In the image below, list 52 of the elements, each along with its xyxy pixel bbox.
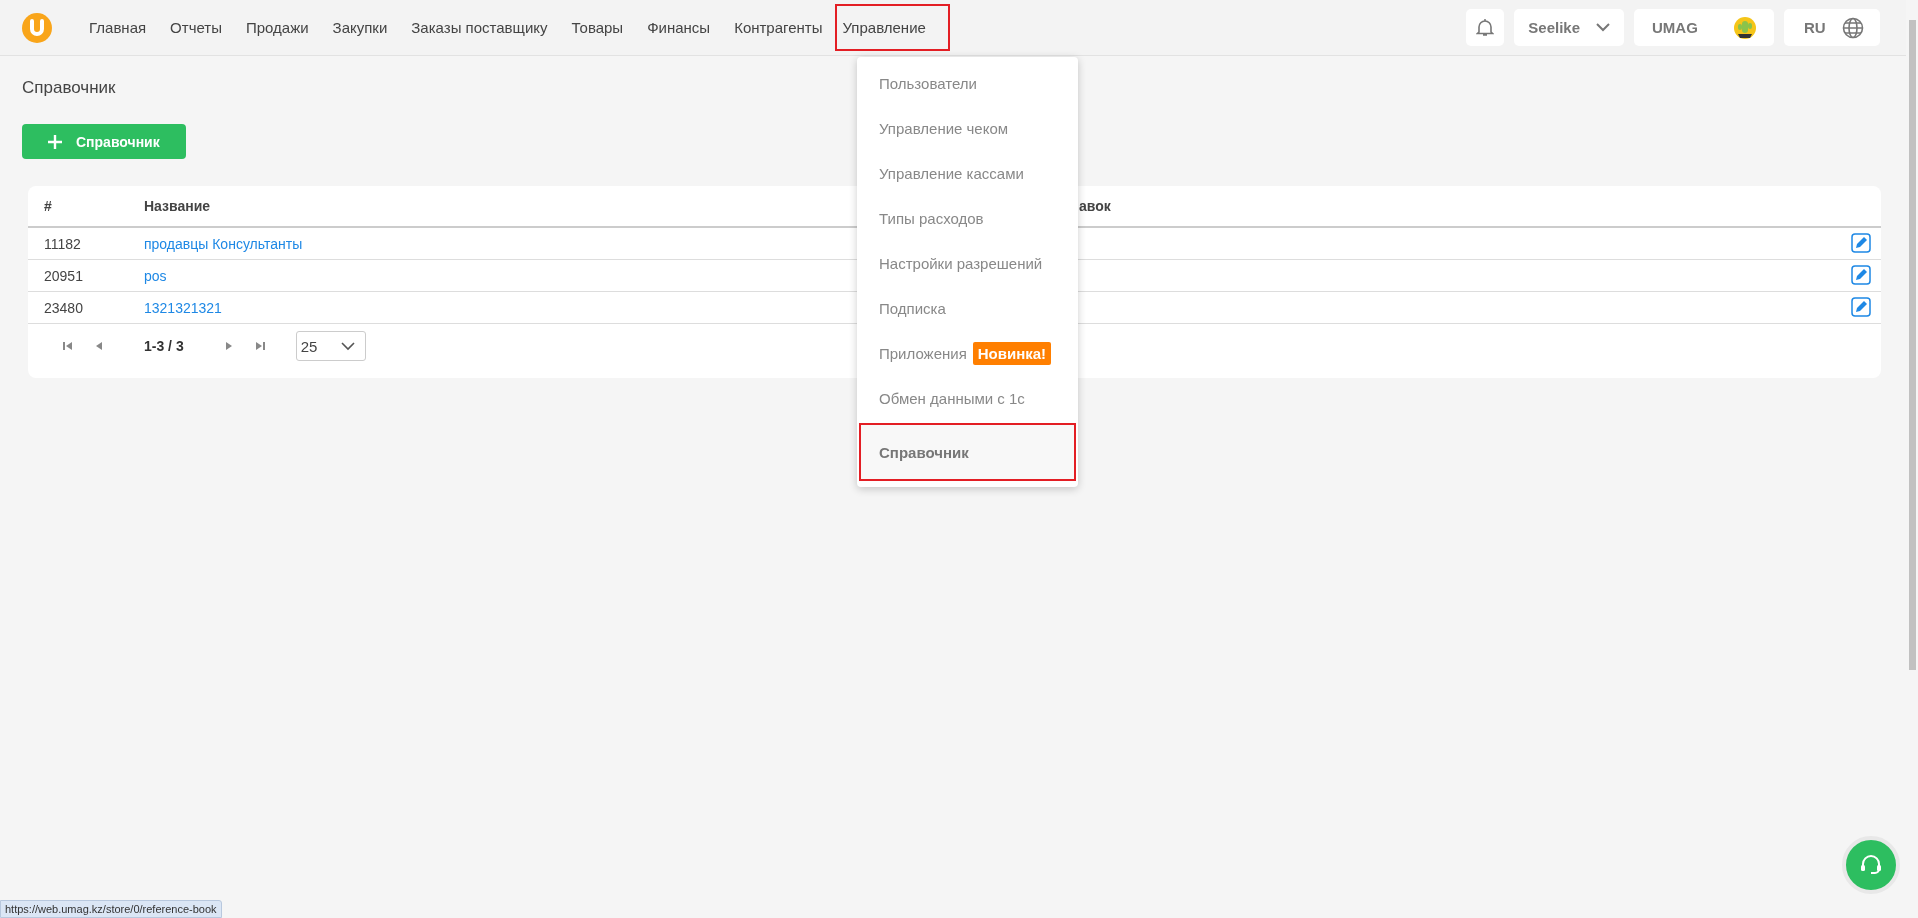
edit-icon[interactable] — [1851, 297, 1871, 317]
name-link[interactable]: pos — [144, 267, 167, 284]
previous-page-icon[interactable] — [94, 340, 104, 352]
chevron-down-icon — [340, 341, 355, 351]
nav-link[interactable]: Главная — [78, 11, 158, 44]
menu-item[interactable]: Типы расходов — [859, 196, 1076, 241]
status-url: https://web.umag.kz/store/0/reference-book — [0, 900, 222, 918]
nav-link[interactable]: Продажи — [234, 11, 320, 44]
last-page-icon[interactable] — [253, 340, 266, 352]
menu-item[interactable]: Настройки разрешений — [859, 241, 1076, 286]
chevron-down-icon — [1596, 23, 1610, 32]
menu-item[interactable]: Управление чеком — [859, 106, 1076, 151]
cactus-avatar-icon — [1734, 16, 1756, 39]
add-button[interactable]: Справочник — [22, 124, 186, 159]
nav-link[interactable]: Товары — [560, 11, 635, 44]
name-link[interactable]: 1321321321 — [144, 299, 222, 316]
menu-item[interactable]: Обмен данными с 1с — [859, 376, 1076, 421]
new-badge: Новинка! — [972, 342, 1052, 365]
page-title: Справочник — [22, 78, 116, 98]
globe-icon — [1842, 16, 1864, 39]
language-button[interactable]: RU — [1784, 9, 1880, 46]
edit-icon[interactable] — [1851, 233, 1871, 253]
account-button[interactable]: UMAG — [1634, 9, 1774, 46]
menu-item[interactable]: Приложения Новинка! — [859, 331, 1076, 376]
page-range: 1-3 / 3 — [144, 338, 184, 354]
plus-icon — [48, 134, 62, 149]
column-header: авок — [1079, 198, 1111, 214]
logo-icon[interactable] — [22, 12, 52, 43]
menu-item[interactable]: Управление кассами — [859, 151, 1076, 196]
column-header: # — [43, 198, 53, 214]
nav-link[interactable]: Отчеты — [159, 11, 233, 44]
table-cell-text: 23480 — [43, 299, 84, 316]
name-link[interactable]: продавцы Консультанты — [144, 235, 303, 252]
next-page-icon[interactable] — [223, 340, 234, 352]
first-page-icon[interactable] — [62, 340, 74, 352]
column-header: Название — [144, 198, 212, 214]
bell-icon — [1476, 17, 1495, 38]
edit-icon[interactable] — [1851, 265, 1871, 285]
menu-item[interactable]: Пользователи — [859, 61, 1076, 106]
menu-item[interactable]: Справочник — [859, 423, 1076, 481]
table-cell-text: 11182 — [43, 235, 82, 252]
table-cell-text: 20951 — [43, 267, 84, 284]
scrollbar[interactable] — [1909, 20, 1916, 670]
nav-link[interactable]: Контрагенты — [723, 11, 834, 44]
nav-link[interactable]: Управление — [835, 4, 950, 51]
nav-link[interactable]: Заказы поставщику — [400, 11, 559, 44]
store-select[interactable]: Seelike — [1514, 9, 1624, 46]
menu-item[interactable]: Подписка — [859, 286, 1076, 331]
nav-link[interactable]: Финансы — [636, 11, 722, 44]
page-size-select[interactable]: 25 — [295, 331, 366, 361]
notification-button[interactable] — [1466, 9, 1505, 46]
nav-link[interactable]: Закупки — [321, 11, 399, 44]
